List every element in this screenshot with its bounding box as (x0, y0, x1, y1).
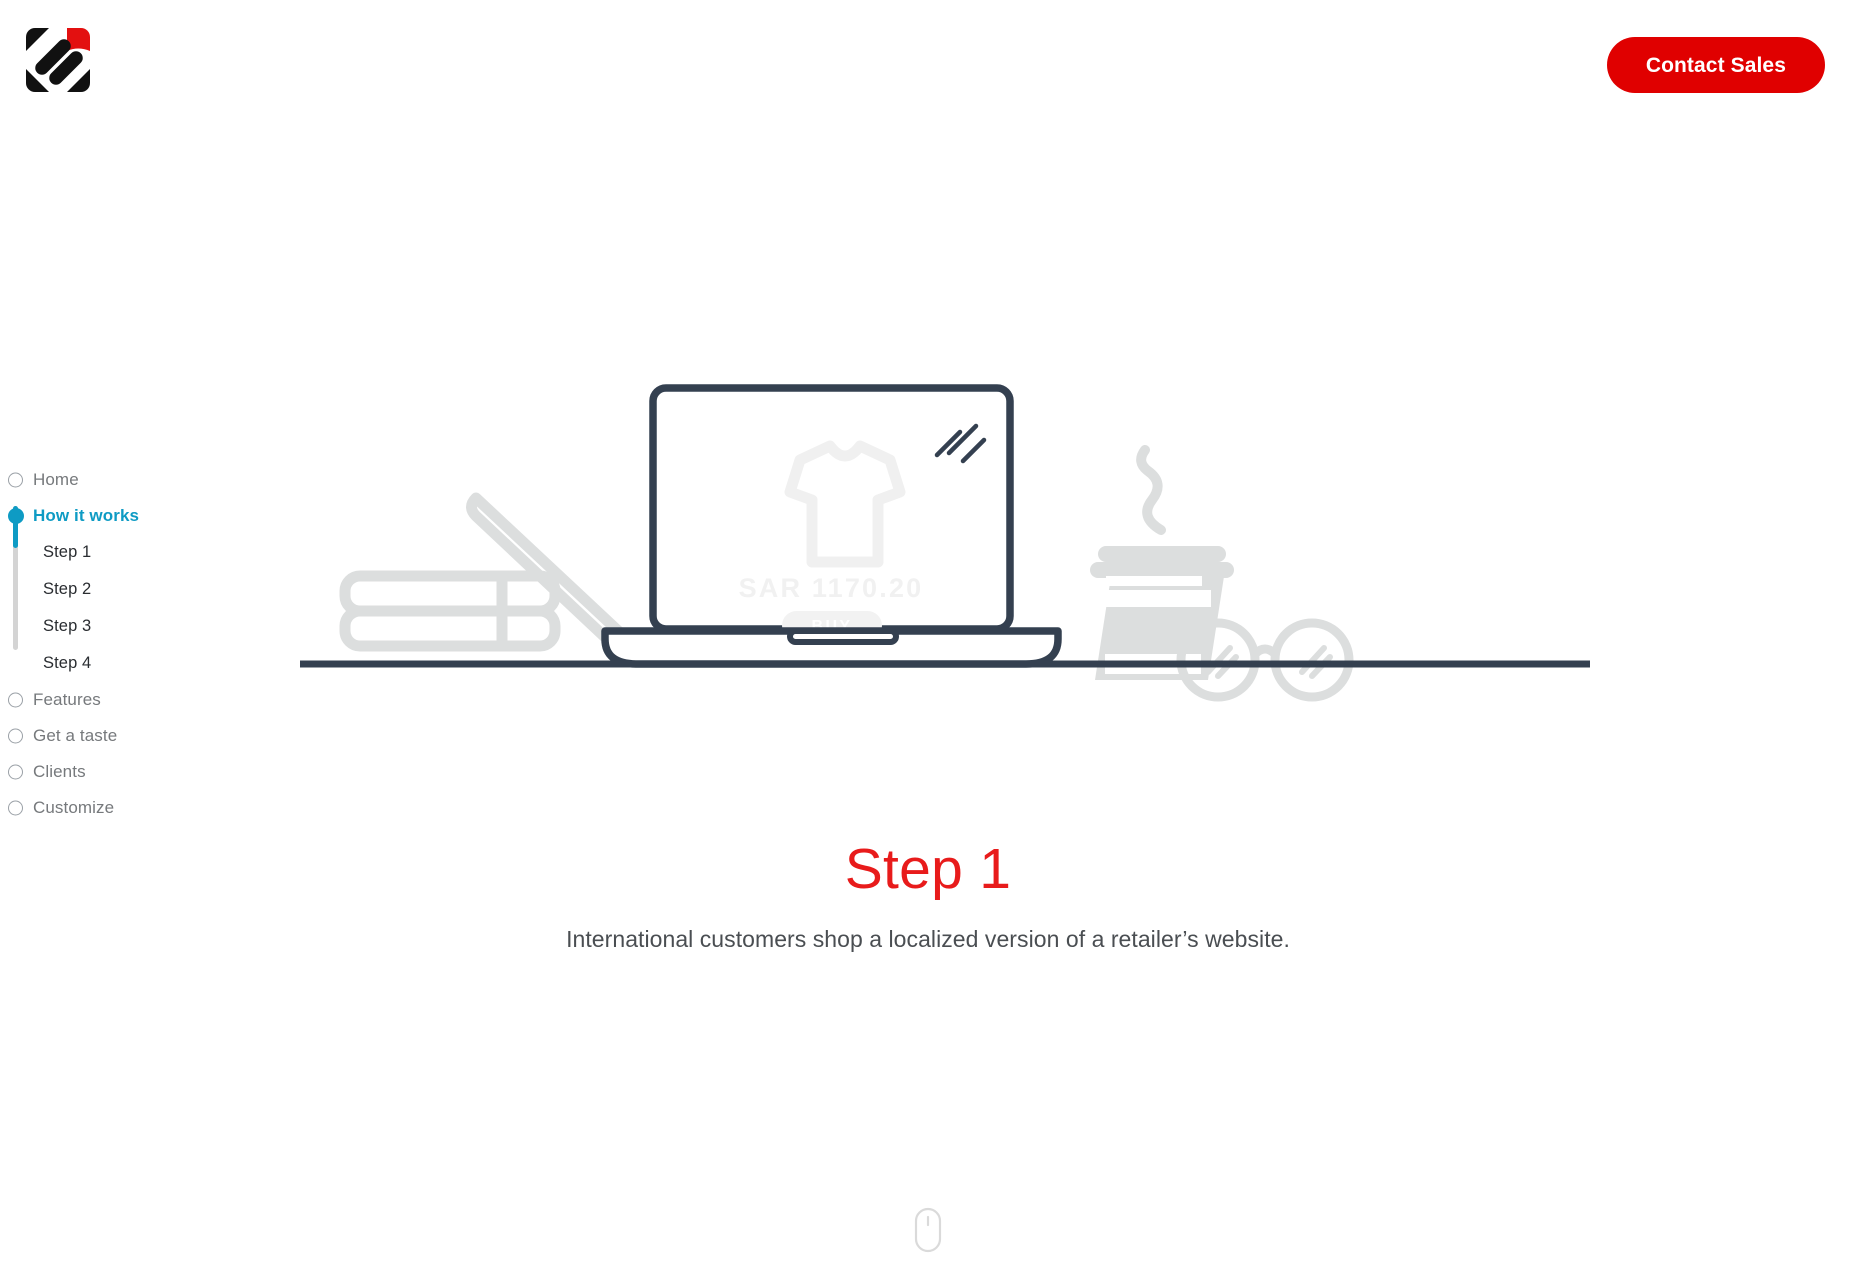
sidebar-subitem-label: Step 3 (43, 617, 92, 635)
sidebar-item-label: How it works (33, 506, 140, 525)
nav-bullet-icon (8, 472, 23, 488)
sidebar-item-home[interactable]: Home (0, 462, 260, 498)
nav-bullet-icon (8, 764, 23, 780)
sidebar-subitem-step-1[interactable]: Step 1 (0, 534, 260, 571)
sidebar-item-label: Get a taste (33, 726, 118, 745)
sidebar-item-get-a-taste[interactable]: Get a taste (0, 718, 260, 754)
page-description: International customers shop a localized… (566, 925, 1290, 952)
site-header: Contact Sales (0, 0, 1856, 135)
sidebar-item-label: Home (33, 470, 79, 489)
nav-bullet-icon (8, 728, 23, 744)
page-title: Step 1 (844, 837, 1012, 901)
sidebar-item-label: Features (33, 690, 101, 709)
steam-icon (1136, 445, 1166, 535)
sidebar-item-clients[interactable]: Clients (0, 754, 260, 790)
nav-bullet-icon (8, 692, 23, 708)
nav-bullet-icon (8, 800, 23, 816)
hero-illustration: SAR 1170.20 BUY (300, 380, 1600, 720)
mouse-scroll-icon[interactable] (914, 1207, 942, 1253)
laptop-icon: SAR 1170.20 BUY (601, 384, 1062, 668)
coffee-cup-icon (1090, 445, 1234, 680)
sidebar-item-label: Clients (33, 762, 86, 781)
sidebar-subitem-step-3[interactable]: Step 3 (0, 608, 260, 645)
step-content: Step 1 International customers shop a lo… (0, 838, 1856, 953)
books-stack-icon (339, 570, 561, 652)
section-nav: Home How it works Step 1 Step 2 Step 3 S… (0, 462, 260, 826)
screen-price: SAR 1170.20 (739, 573, 924, 603)
sidebar-subitem-label: Step 4 (43, 654, 92, 672)
app-logo-icon[interactable] (26, 28, 90, 92)
sidebar-subitem-label: Step 2 (43, 580, 92, 598)
page-root: Contact Sales Home How it works Step 1 S… (0, 0, 1856, 1280)
sidebar-item-customize[interactable]: Customize (0, 790, 260, 826)
sidebar-item-features[interactable]: Features (0, 682, 260, 718)
contact-sales-button[interactable]: Contact Sales (1606, 37, 1825, 93)
sidebar-subitem-step-4[interactable]: Step 4 (0, 645, 260, 682)
sidebar-subitem-label: Step 1 (43, 543, 92, 561)
nav-bullet-active-icon (8, 508, 24, 524)
sidebar-item-label: Customize (33, 798, 115, 817)
sidebar-item-how-it-works[interactable]: How it works (0, 498, 260, 534)
sidebar-subitem-step-2[interactable]: Step 2 (0, 571, 260, 608)
